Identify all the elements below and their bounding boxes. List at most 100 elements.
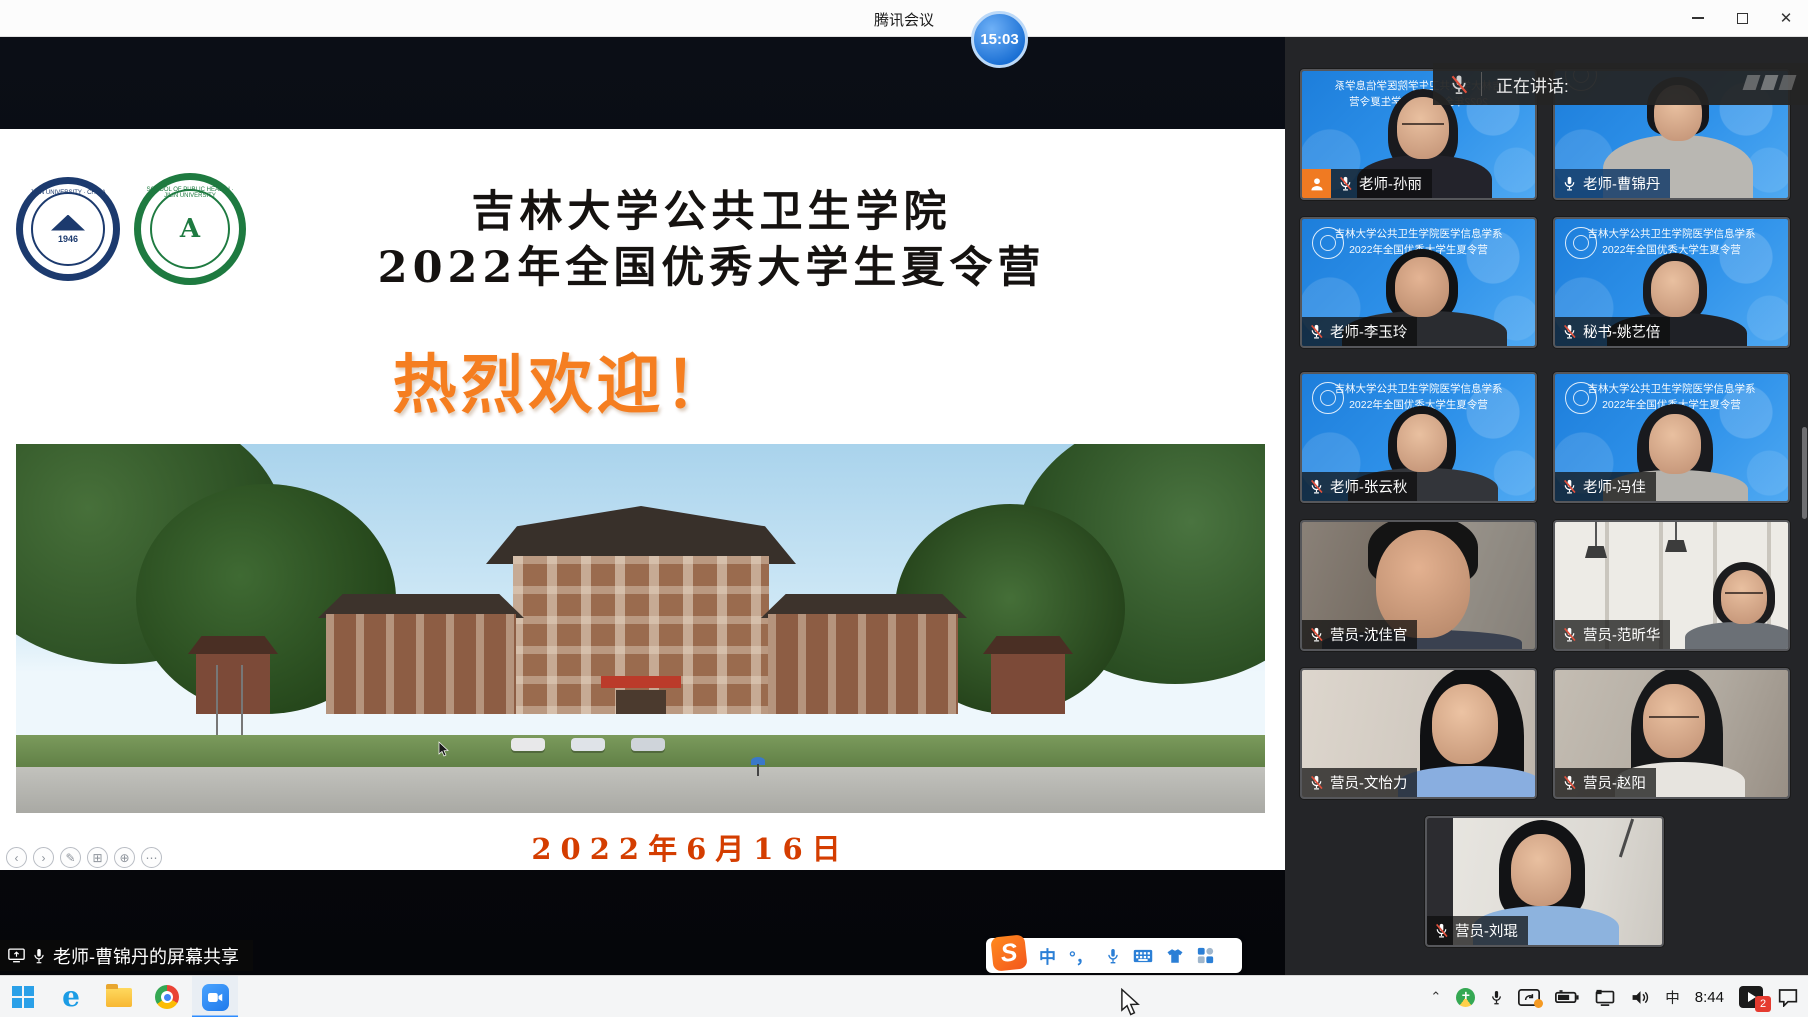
participant-name: 老师-曹锦丹 xyxy=(1583,173,1660,194)
screen-share-label: 老师-曹锦丹的屏幕共享 xyxy=(53,943,239,969)
tray-chevron-icon[interactable]: ⌃ xyxy=(1430,989,1441,1005)
presentation-slide: JILIN UNIVERSITY · CHINA 1946 SCHOOL OF … xyxy=(0,129,1285,870)
participant-namebar: 营员-范昕华 xyxy=(1555,620,1670,649)
mic-muted-icon xyxy=(1562,774,1577,791)
mic-muted-icon xyxy=(1309,626,1324,643)
building-wing xyxy=(326,614,516,714)
ime-voice-icon[interactable] xyxy=(1106,947,1120,965)
tray-battery-icon[interactable] xyxy=(1555,990,1579,1004)
tray-network-icon[interactable] xyxy=(1594,989,1616,1006)
meeting-timer[interactable]: 15:03 xyxy=(971,11,1028,68)
sogou-logo-icon[interactable]: S xyxy=(990,934,1027,971)
ime-language-toggle[interactable]: 中 xyxy=(1039,943,1056,968)
tray-clock[interactable]: 8:44 xyxy=(1695,989,1724,1006)
tray-screenshare-icon[interactable] xyxy=(1518,989,1540,1006)
maximize-button[interactable] xyxy=(1720,0,1764,36)
taskbar-tencent-meeting[interactable] xyxy=(192,976,238,1017)
mic-muted-icon xyxy=(1562,626,1577,643)
chrome-icon xyxy=(155,985,179,1009)
participant-name: 老师-李玉玲 xyxy=(1330,321,1407,342)
slide-date: 2022年6月16日 xyxy=(0,826,1285,868)
notification-badge: 2 xyxy=(1755,996,1771,1012)
tray-volume-icon[interactable] xyxy=(1631,989,1650,1006)
start-button[interactable] xyxy=(0,976,46,1017)
panel-scrollbar[interactable] xyxy=(1802,427,1807,519)
meeting-watermark-icon xyxy=(1745,75,1794,90)
minimize-button[interactable] xyxy=(1676,0,1720,36)
participant-name: 老师-冯佳 xyxy=(1583,476,1646,497)
participant-namebar: 营员-刘琨 xyxy=(1427,916,1528,945)
participant-tile[interactable]: 吉林大学公共卫生学院医学信息学系2022年全国优秀大学生夏令营 老师-张云秋 xyxy=(1300,372,1537,503)
participant-name: 营员-沈佳官 xyxy=(1330,624,1407,645)
mic-muted-icon xyxy=(1338,175,1353,192)
folder-icon xyxy=(106,988,132,1007)
building-entrance xyxy=(616,690,666,714)
participant-tile[interactable]: 营员-文怡力 xyxy=(1300,668,1537,799)
participant-tile[interactable]: 吉林大学公共卫生学院医学信息学系2022年全国优秀大学生夏令营 老师-李玉玲 xyxy=(1300,217,1537,348)
road xyxy=(16,767,1265,813)
campus-photo xyxy=(16,444,1265,813)
tray-antivirus-icon[interactable] xyxy=(1456,988,1475,1007)
participant-namebar: 老师-李玉玲 xyxy=(1302,317,1417,346)
tray-video-player-icon[interactable]: 2 xyxy=(1739,986,1763,1008)
meeting-window: 腾讯会议 ✕ 15:03 JILIN UNIVERSITY · CHINA 19… xyxy=(0,0,1808,1017)
screen-share-banner: 老师-曹锦丹的屏幕共享 xyxy=(0,940,253,971)
tray-ime-indicator[interactable]: 中 xyxy=(1665,987,1680,1008)
participant-name: 营员-范昕华 xyxy=(1583,624,1660,645)
pen-icon[interactable]: ✎ xyxy=(60,847,81,868)
mic-muted-icon xyxy=(1309,478,1324,495)
taskbar-edge[interactable]: e xyxy=(48,976,94,1017)
next-icon[interactable]: › xyxy=(33,847,54,868)
mic-on-icon xyxy=(32,947,46,965)
participant-tile[interactable]: 营员-刘琨 xyxy=(1425,816,1664,947)
screen-share-icon xyxy=(8,948,25,963)
zoom-icon[interactable]: ⊕ xyxy=(114,847,135,868)
participants-panel: 吉林大学公共卫生学院医学信息学系2022年全国优秀大学生夏令营 老师-孙丽 xyxy=(1285,37,1808,975)
slide-title-line2: 2022年全国优秀大学生夏令营 xyxy=(0,233,1285,295)
participant-tile[interactable]: 营员-沈佳官 xyxy=(1300,520,1537,651)
ime-skin-icon[interactable] xyxy=(1166,948,1184,964)
participant-namebar: 老师-孙丽 xyxy=(1302,169,1432,198)
ime-punctuation-toggle[interactable]: °， xyxy=(1069,943,1093,968)
welcome-text: 热烈欢迎！ xyxy=(0,334,1285,426)
close-button[interactable]: ✕ xyxy=(1764,0,1808,36)
taskbar: e ⌃ xyxy=(0,975,1808,1017)
car xyxy=(511,738,545,751)
presenter-badge-icon xyxy=(1302,169,1331,198)
annotation-toolbar: ‹ › ✎ ⊞ ⊕ ⋯ xyxy=(6,847,162,868)
titlebar: 腾讯会议 ✕ xyxy=(0,0,1808,37)
building-banner xyxy=(601,676,681,688)
ime-toolbox-icon[interactable] xyxy=(1197,947,1214,964)
shared-screen-area: JILIN UNIVERSITY · CHINA 1946 SCHOOL OF … xyxy=(0,37,1285,975)
mouse-cursor xyxy=(1120,988,1140,1016)
participant-namebar: 老师-张云秋 xyxy=(1302,472,1417,501)
more-icon[interactable]: ⋯ xyxy=(141,847,162,868)
taskbar-file-explorer[interactable] xyxy=(96,976,142,1017)
stamp-icon[interactable]: ⊞ xyxy=(87,847,108,868)
participant-namebar: 营员-沈佳官 xyxy=(1302,620,1417,649)
ime-toolbar[interactable]: S 中 °， xyxy=(986,938,1242,973)
participant-namebar: 老师-曹锦丹 xyxy=(1555,169,1670,198)
participant-name: 营员-刘琨 xyxy=(1455,920,1518,941)
mic-muted-icon xyxy=(1562,323,1577,340)
participant-tile[interactable]: 吉林大学公共卫生学院医学信息学系2022年全国优秀大学生夏令营 老师-冯佳 xyxy=(1553,372,1790,503)
participant-namebar: 营员-赵阳 xyxy=(1555,768,1656,797)
windows-logo-icon xyxy=(12,986,34,1008)
edge-icon: e xyxy=(62,983,80,1011)
car xyxy=(571,738,605,751)
action-center-icon[interactable] xyxy=(1778,988,1798,1007)
participant-tile[interactable]: 营员-赵阳 xyxy=(1553,668,1790,799)
tray-mic-icon[interactable] xyxy=(1490,988,1503,1007)
mic-muted-icon xyxy=(1309,323,1324,340)
ime-keyboard-icon[interactable] xyxy=(1133,949,1153,963)
prev-icon[interactable]: ‹ xyxy=(6,847,27,868)
participant-tile[interactable]: 吉林大学公共卫生学院医学信息学系2022年全国优秀大学生夏令营 秘书-姚艺倍 xyxy=(1553,217,1790,348)
building-wing xyxy=(768,614,958,714)
participant-name: 老师-孙丽 xyxy=(1359,173,1422,194)
participant-namebar: 老师-冯佳 xyxy=(1555,472,1656,501)
participant-name: 老师-张云秋 xyxy=(1330,476,1407,497)
taskbar-chrome[interactable] xyxy=(144,976,190,1017)
speaking-indicator-overlay: 正在讲话: xyxy=(1433,63,1808,105)
speaking-label: 正在讲话: xyxy=(1496,72,1569,97)
participant-tile[interactable]: 营员-范昕华 xyxy=(1553,520,1790,651)
